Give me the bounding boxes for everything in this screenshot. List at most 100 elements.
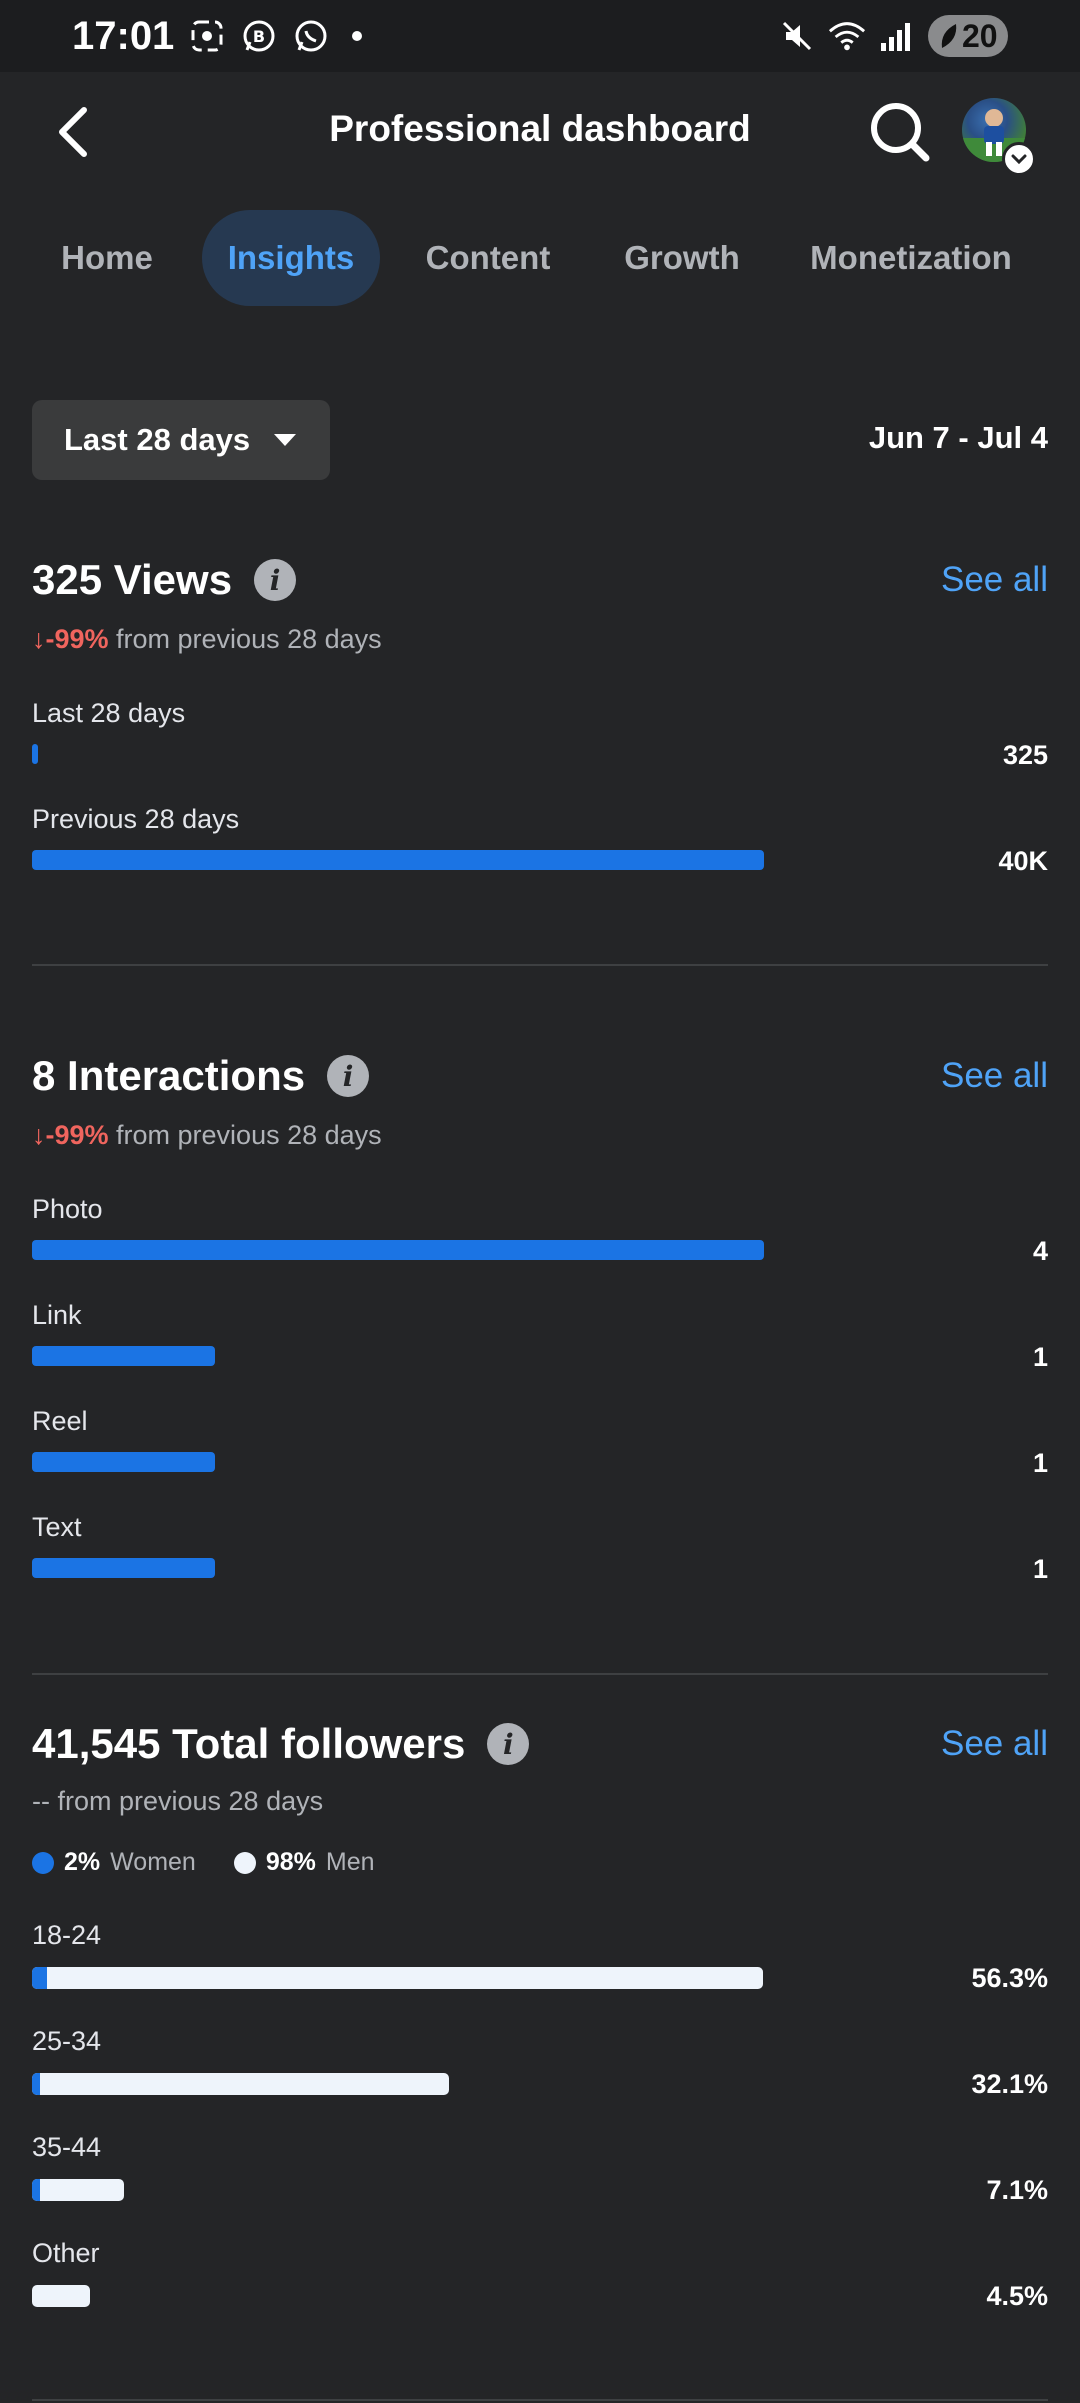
date-range-dropdown[interactable]: Last 28 days (32, 400, 330, 480)
tab-bar: Home Insights Content Growth Monetizatio… (0, 210, 1080, 306)
whatsapp-icon (292, 17, 330, 55)
men-label: Men (325, 1848, 375, 1876)
info-icon[interactable]: i (487, 1723, 530, 1765)
interaction-value: 1 (1032, 1342, 1048, 1372)
views-bar (32, 744, 38, 764)
info-icon[interactable]: i (327, 1055, 370, 1097)
views-bar-track (32, 744, 764, 764)
men-legend-dot (233, 1851, 256, 1874)
notification-dot (352, 31, 363, 41)
interactions-title: 8 Interactions i (32, 1052, 370, 1100)
info-icon[interactable]: i (254, 559, 297, 601)
age-bar-women (32, 2073, 41, 2095)
age-bar-track (32, 2285, 763, 2307)
interaction-row-label: Text (32, 1512, 82, 1542)
views-bar (32, 850, 764, 870)
tab-monetization[interactable]: Monetization (796, 210, 1026, 306)
interaction-bar-track (32, 1240, 764, 1260)
date-range-dropdown-label: Last 28 days (64, 422, 251, 457)
age-row-label: 25-34 (32, 2026, 102, 2056)
views-title-text: 325 Views (32, 556, 233, 603)
views-row-label: Last 28 days (32, 698, 186, 728)
divider (32, 1673, 1048, 1675)
age-value: 56.3% (971, 1963, 1048, 1993)
interactions-delta: ↓-99% from previous 28 days (32, 1120, 382, 1151)
tab-insights[interactable]: Insights (202, 210, 380, 306)
profile-switcher[interactable] (962, 98, 1036, 176)
views-title: 325 Views i (32, 556, 297, 604)
caret-down-icon (274, 434, 297, 446)
age-bar-track (32, 2073, 763, 2095)
status-bar: 17:01 B 20 (0, 0, 1080, 72)
chevron-down-icon (1002, 142, 1036, 176)
followers-title: 41,545 Total followers i (32, 1720, 530, 1768)
views-value: 40K (998, 846, 1048, 876)
women-label: Women (110, 1848, 196, 1876)
age-bar (32, 2285, 91, 2307)
divider (32, 964, 1048, 966)
views-delta: ↓-99% from previous 28 days (32, 624, 382, 655)
status-clock: 17:01 (72, 13, 175, 58)
age-bar-women (32, 1967, 47, 1989)
women-pct: 2% (64, 1848, 101, 1876)
age-bar (32, 1967, 763, 1989)
interactions-title-text: 8 Interactions (32, 1052, 306, 1099)
age-row-label: 18-24 (32, 1920, 102, 1950)
views-value: 325 (1002, 740, 1048, 770)
svg-text:B: B (253, 27, 265, 46)
interaction-value: 4 (1032, 1236, 1048, 1266)
mute-icon (778, 17, 816, 55)
battery-saver-icon (941, 24, 957, 48)
interaction-row-label: Reel (32, 1406, 88, 1436)
interaction-bar (32, 1240, 764, 1260)
interaction-bar-track (32, 1452, 764, 1472)
views-see-all-link[interactable]: See all (941, 560, 1048, 600)
interaction-bar (32, 1558, 215, 1578)
age-bar-track (32, 1967, 763, 1989)
interactions-delta-value: ↓-99% (32, 1120, 109, 1150)
followers-delta: -- from previous 28 days (32, 1786, 324, 1816)
women-legend-dot (32, 1851, 54, 1874)
interactions-delta-text: from previous 28 days (108, 1120, 382, 1150)
gender-legend: 2% Women 98% Men (32, 1848, 403, 1877)
interaction-bar-track (32, 1558, 764, 1578)
tab-content[interactable]: Content (404, 210, 572, 306)
age-bar-track (32, 2179, 763, 2201)
interaction-value: 1 (1032, 1554, 1048, 1584)
interactions-see-all-link[interactable]: See all (941, 1056, 1048, 1096)
age-bar (32, 2073, 449, 2095)
tab-home[interactable]: Home (30, 210, 184, 306)
age-row-label: 35-44 (32, 2132, 102, 2162)
interaction-row-label: Link (32, 1300, 82, 1330)
followers-see-all-link[interactable]: See all (941, 1724, 1048, 1764)
men-pct: 98% (265, 1848, 316, 1876)
age-row-label: Other (32, 2238, 100, 2268)
search-icon (871, 103, 930, 162)
age-value: 4.5% (986, 2281, 1048, 2311)
screenshot-icon (188, 17, 226, 55)
search-button[interactable] (868, 100, 932, 164)
battery-level: 20 (962, 17, 998, 54)
age-value: 32.1% (971, 2069, 1048, 2099)
views-bar-track (32, 850, 764, 870)
age-bar-women (32, 2179, 40, 2201)
divider (32, 2399, 1048, 2401)
views-row-label: Previous 28 days (32, 804, 240, 834)
interaction-bar-track (32, 1346, 764, 1366)
interaction-value: 1 (1032, 1448, 1048, 1478)
followers-title-text: 41,545 Total followers (32, 1720, 466, 1767)
tab-growth[interactable]: Growth (600, 210, 764, 306)
wifi-icon (828, 17, 866, 55)
views-delta-text: from previous 28 days (108, 624, 382, 654)
whatsapp-business-icon: B (240, 17, 278, 55)
signal-icon (878, 17, 916, 55)
interaction-row-label: Photo (32, 1194, 103, 1224)
interaction-bar (32, 1452, 215, 1472)
battery-indicator: 20 (928, 15, 1008, 57)
views-delta-value: ↓-99% (32, 624, 109, 654)
age-bar (32, 2179, 125, 2201)
date-range-text: Jun 7 - Jul 4 (868, 420, 1048, 455)
app-bar: Professional dashboard (0, 72, 1080, 194)
age-value: 7.1% (986, 2175, 1048, 2205)
interaction-bar (32, 1346, 215, 1366)
